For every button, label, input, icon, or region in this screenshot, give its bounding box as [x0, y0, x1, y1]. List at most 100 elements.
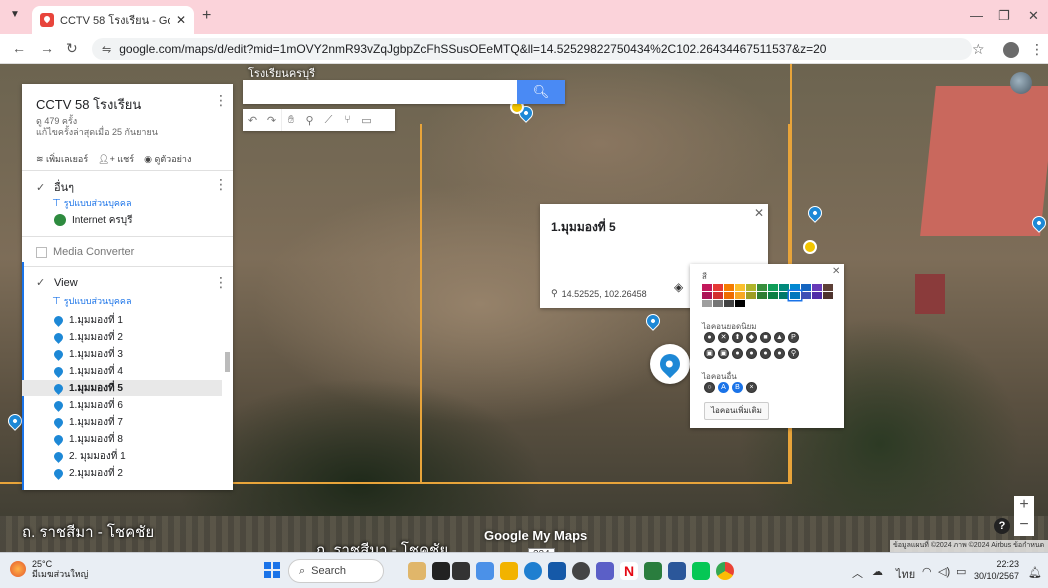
list-item-selected[interactable]: 1.มุมมองที่ 5: [22, 380, 222, 396]
app-icon-widget[interactable]: [432, 562, 450, 580]
color-swatch[interactable]: [735, 292, 745, 299]
marker-style-icon[interactable]: ●: [704, 332, 715, 343]
layer-checkbox-unchecked[interactable]: [36, 246, 47, 258]
battery-icon[interactable]: ▭: [956, 565, 966, 578]
marker-style-icon[interactable]: ●: [732, 348, 743, 359]
marker-style-icon[interactable]: ▣: [718, 348, 729, 359]
color-swatch[interactable]: [702, 292, 712, 299]
picker-close-icon[interactable]: ✕: [832, 266, 840, 277]
layer-style-link[interactable]: ⊤ รูปแบบส่วนบุคคล: [52, 294, 131, 308]
undo-icon[interactable]: ↶: [243, 109, 262, 131]
color-swatch[interactable]: [702, 284, 712, 291]
zoom-out-button[interactable]: −: [1014, 516, 1034, 536]
url-field[interactable]: ⇋ google.com/maps/d/edit?mid=1mOVY2nmR93…: [92, 38, 972, 60]
marker-style-icon[interactable]: ●: [746, 348, 757, 359]
color-swatch[interactable]: [790, 284, 800, 291]
pan-hand-icon[interactable]: ✋︎: [281, 109, 300, 131]
color-swatch[interactable]: [757, 292, 767, 299]
list-item[interactable]: 2.มุมมองที่ 2: [52, 465, 123, 481]
taskbar-search[interactable]: ⌕ Search: [288, 559, 384, 583]
map-attribution[interactable]: ข้อมูลแผนที่ ©2024 ภาพ ©2024 Airbus ข้อก…: [890, 540, 1048, 552]
popup-close-icon[interactable]: ✕: [754, 206, 764, 220]
search-input[interactable]: [243, 80, 517, 104]
color-swatch[interactable]: [823, 292, 833, 299]
list-item[interactable]: 1.มุมมองที่ 1: [52, 312, 123, 328]
list-item[interactable]: 1.มุมมองที่ 6: [52, 397, 123, 413]
word-icon[interactable]: [668, 562, 686, 580]
layer-header-view[interactable]: ✓ View: [36, 276, 78, 290]
map-marker-yellow[interactable]: [803, 240, 817, 254]
color-swatch[interactable]: [713, 292, 723, 299]
color-swatch[interactable]: [768, 292, 778, 299]
browser-menu-icon[interactable]: ⋮: [1030, 41, 1044, 58]
color-swatch[interactable]: [779, 284, 789, 291]
list-item[interactable]: 1.มุมมองที่ 3: [52, 346, 123, 362]
help-icon[interactable]: ?: [994, 518, 1010, 534]
marker-style-icon[interactable]: ✕: [718, 332, 729, 343]
color-swatch[interactable]: [768, 284, 778, 291]
layer-style-link[interactable]: ⊤ รูปแบบส่วนบุคคล: [52, 196, 131, 210]
app-icon-taskview[interactable]: [452, 562, 470, 580]
color-swatch[interactable]: [812, 284, 822, 291]
zoom-in-button[interactable]: +: [1014, 496, 1034, 516]
map-options-icon[interactable]: ⋮: [214, 92, 228, 109]
list-item[interactable]: 1.มุมมองที่ 7: [52, 414, 123, 430]
marker-style-icon[interactable]: ○: [704, 382, 715, 393]
layer-checkbox-checked[interactable]: ✓: [36, 181, 48, 194]
more-icons-button[interactable]: ไอคอนเพิ่มเติม: [704, 402, 769, 420]
marker-style-icon[interactable]: ■: [760, 332, 771, 343]
back-icon[interactable]: ←: [12, 40, 26, 56]
color-swatch[interactable]: [713, 284, 723, 291]
list-item[interactable]: 1.มุมมองที่ 4: [52, 363, 123, 379]
color-swatch[interactable]: [724, 284, 734, 291]
profile-avatar[interactable]: [1003, 42, 1019, 58]
tray-overflow-icon[interactable]: ︿: [852, 565, 863, 581]
directions-icon[interactable]: ⑂: [338, 109, 357, 131]
draw-line-icon[interactable]: ⟋: [319, 109, 338, 131]
selected-map-marker[interactable]: [650, 344, 690, 384]
color-swatch[interactable]: [735, 284, 745, 291]
edge-browser-icon[interactable]: [524, 562, 542, 580]
color-swatch[interactable]: [789, 291, 801, 300]
color-swatch[interactable]: [735, 300, 745, 307]
site-info-icon[interactable]: ⇋: [102, 43, 111, 56]
tab-close-icon[interactable]: ✕: [176, 13, 186, 27]
color-swatch[interactable]: [746, 284, 756, 291]
weather-widget[interactable]: 25°C มีเมฆส่วนใหญ่: [10, 559, 88, 579]
color-swatch[interactable]: [724, 300, 734, 307]
color-swatch[interactable]: [702, 300, 712, 307]
add-layer-button[interactable]: ≋ เพิ่มเลเยอร์: [36, 152, 88, 166]
app-icon-blue[interactable]: [548, 562, 566, 580]
measure-ruler-icon[interactable]: ▭: [357, 109, 376, 131]
list-item[interactable]: Internet ครบุรี: [54, 212, 132, 228]
marker-style-icon[interactable]: A: [718, 382, 729, 393]
map-title[interactable]: CCTV 58 โรงเรียน: [36, 94, 141, 115]
chrome-icon[interactable]: [716, 562, 734, 580]
redo-icon[interactable]: ↷: [262, 109, 281, 131]
marker-style-icon[interactable]: ⬆: [732, 332, 743, 343]
marker-style-icon[interactable]: ●: [760, 348, 771, 359]
list-item[interactable]: 1.มุมมองที่ 2: [52, 329, 123, 345]
bookmark-star-icon[interactable]: ☆: [972, 41, 985, 58]
marker-style-icon[interactable]: P: [788, 332, 799, 343]
color-swatch[interactable]: [746, 292, 756, 299]
layer-options-icon[interactable]: ⋮: [214, 176, 228, 193]
color-swatch[interactable]: [757, 284, 767, 291]
paint-bucket-icon[interactable]: ◈: [674, 280, 683, 294]
map-marker[interactable]: [805, 203, 825, 223]
color-swatch[interactable]: [779, 292, 789, 299]
search-button[interactable]: 🔍︎: [517, 80, 565, 104]
system-clock[interactable]: 22:23 30/10/2567: [974, 558, 1019, 582]
tab-search-chevron-icon[interactable]: ▼: [10, 9, 20, 20]
layer-options-icon[interactable]: ⋮: [214, 274, 228, 291]
onedrive-icon[interactable]: ☁︎: [872, 565, 883, 578]
list-item[interactable]: 1.มุมมองที่ 8: [52, 431, 123, 447]
color-swatch[interactable]: [713, 300, 723, 307]
minimize-icon[interactable]: —: [970, 8, 983, 23]
file-explorer-icon[interactable]: [500, 562, 518, 580]
app-icon-dark[interactable]: [572, 562, 590, 580]
netflix-icon[interactable]: N: [620, 562, 638, 580]
restore-icon[interactable]: ❐: [998, 8, 1010, 24]
app-icon-green[interactable]: [644, 562, 662, 580]
color-swatch[interactable]: [801, 284, 811, 291]
